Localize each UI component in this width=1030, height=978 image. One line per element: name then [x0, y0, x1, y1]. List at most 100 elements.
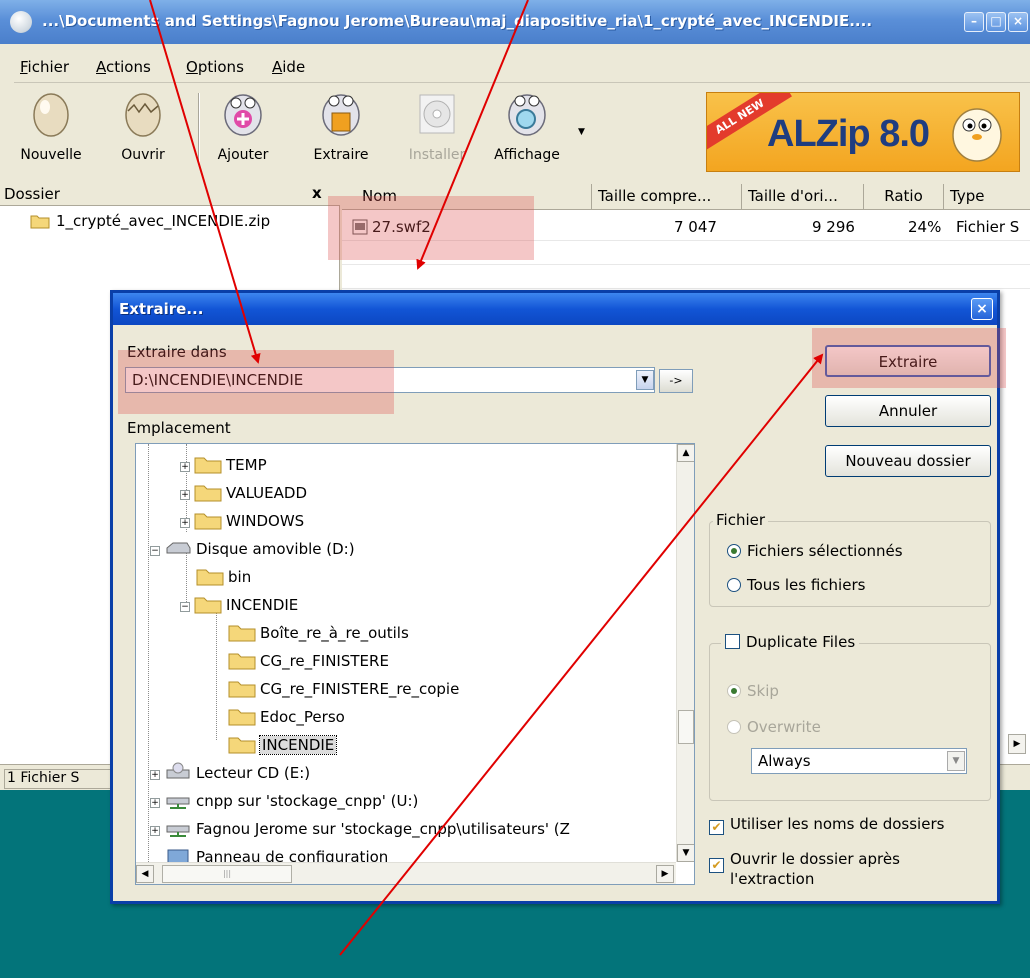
expand-icon[interactable]: +: [150, 770, 160, 780]
folder-icon: [228, 653, 256, 670]
file-highlight-box: [328, 196, 534, 260]
extraire-label: Extraire: [313, 147, 369, 163]
column-ratio[interactable]: Ratio: [864, 184, 944, 210]
maximize-button[interactable]: □: [986, 12, 1006, 32]
dossier-label: Dossier: [4, 185, 60, 203]
ouvrir-button[interactable]: Ouvrir: [106, 87, 180, 163]
tree-item[interactable]: + WINDOWS: [180, 510, 304, 536]
folder-tree[interactable]: + TEMP + VALUEADD + WINDOWS − Disque amovibl…: [135, 443, 695, 885]
collapse-icon[interactable]: −: [180, 602, 190, 612]
browse-path-button[interactable]: ->: [659, 369, 693, 393]
tree-item[interactable]: CG_re_FINISTERE_re_copie: [228, 678, 459, 704]
tree-item[interactable]: + Fagnou Jerome sur 'stockage_cnpp\utilis…: [150, 818, 570, 844]
tree-item[interactable]: + Lecteur CD (E:): [150, 762, 310, 788]
radio-button[interactable]: [727, 720, 741, 734]
scroll-thumb[interactable]: [678, 710, 694, 744]
nouvelle-button[interactable]: Nouvelle: [14, 87, 88, 163]
dialog-titlebar[interactable]: Extraire... ×: [113, 293, 997, 325]
radio-button[interactable]: [727, 578, 741, 592]
scroll-up-button[interactable]: ▲: [677, 444, 694, 462]
ajouter-button[interactable]: Ajouter: [206, 87, 280, 163]
radio-all-files[interactable]: Tous les fichiers: [727, 576, 865, 594]
checkbox[interactable]: [725, 634, 740, 649]
tree-item-label: INCENDIE: [226, 596, 299, 614]
horizontal-scroll-thumb[interactable]: |||: [162, 865, 292, 883]
open-folder-after-checkbox[interactable]: ✔ Ouvrir le dossier après l'extraction: [709, 849, 900, 889]
duplicate-files-checkbox[interactable]: Duplicate Files: [721, 633, 860, 651]
radio-button[interactable]: [727, 684, 741, 698]
cd-drive-icon: [166, 762, 190, 779]
mascot-extract-icon: [322, 94, 360, 136]
checkbox-checked[interactable]: ✔: [709, 820, 724, 835]
tree-item[interactable]: +Panneau de configuration: [150, 846, 388, 862]
folder-panel-close-button[interactable]: x: [312, 184, 322, 202]
tree-item-selected[interactable]: INCENDIE: [228, 734, 338, 760]
menu-aide[interactable]: Aide: [272, 58, 305, 76]
ratio-cell: 24%: [908, 218, 942, 236]
radio-skip[interactable]: Skip: [727, 682, 779, 700]
new-folder-button-label: Nouveau dossier: [845, 452, 971, 470]
overwrite-mode-combo[interactable]: Always ▼: [751, 748, 967, 774]
collapse-icon[interactable]: −: [150, 546, 160, 556]
open-folder-icon: [194, 597, 222, 614]
tree-horizontal-scrollbar[interactable]: ◀ ||| ▶: [136, 862, 676, 884]
affichage-dropdown-arrow[interactable]: ▼: [578, 127, 585, 137]
tree-item[interactable]: CG_re_FINISTERE: [228, 650, 389, 676]
chevron-down-icon[interactable]: ▼: [636, 370, 654, 390]
checkbox-checked[interactable]: ✔: [709, 858, 724, 873]
affichage-button[interactable]: Affichage: [490, 87, 564, 163]
tree-item[interactable]: Boîte_re_à_re_outils: [228, 622, 409, 648]
window-titlebar[interactable]: ...\Documents and Settings\Fagnou Jerome…: [0, 0, 1030, 44]
installer-button[interactable]: Installer: [400, 87, 474, 163]
tree-item-label: cnpp sur 'stockage_cnpp' (U:): [196, 792, 419, 810]
folder-icon: [194, 513, 222, 530]
tree-item[interactable]: + VALUEADD: [180, 482, 307, 508]
minimize-button[interactable]: –: [964, 12, 984, 32]
radio-overwrite[interactable]: Overwrite: [727, 718, 821, 736]
column-type[interactable]: Type: [944, 184, 1030, 210]
window-title: ...\Documents and Settings\Fagnou Jerome…: [42, 12, 873, 30]
archive-name: 1_crypté_avec_INCENDIE.zip: [56, 212, 271, 230]
expand-icon[interactable]: +: [180, 518, 190, 528]
alzip-banner[interactable]: ALL NEW ALZip 8.0: [706, 92, 1020, 172]
cancel-button[interactable]: Annuler: [825, 395, 991, 427]
radio-selected-files[interactable]: Fichiers sélectionnés: [727, 542, 903, 560]
menu-options[interactable]: Options: [186, 58, 244, 76]
tree-item[interactable]: + TEMP: [180, 454, 267, 480]
tree-item[interactable]: + cnpp sur 'stockage_cnpp' (U:): [150, 790, 418, 816]
menu-actions[interactable]: Actions: [96, 58, 151, 76]
new-folder-button[interactable]: Nouveau dossier: [825, 445, 991, 477]
tree-vertical-scrollbar[interactable]: ▲ ▼: [676, 444, 694, 862]
archive-folder-item[interactable]: 1_crypté_avec_INCENDIE.zip: [30, 212, 270, 230]
expand-icon[interactable]: +: [150, 826, 160, 836]
extraire-toolbar-button[interactable]: Extraire: [304, 87, 378, 163]
folder-icon: [196, 569, 224, 586]
banner-brand: ALZip 8.0: [767, 113, 930, 155]
nouvelle-label: Nouvelle: [20, 147, 82, 163]
use-folder-names-checkbox[interactable]: ✔ Utiliser les noms de dossiers: [709, 815, 944, 835]
chevron-down-icon[interactable]: ▼: [947, 751, 965, 771]
expand-icon[interactable]: +: [150, 798, 160, 808]
scroll-down-button[interactable]: ▼: [677, 844, 694, 862]
status-text: 1 Fichier S: [4, 769, 112, 789]
tree-item-label: Boîte_re_à_re_outils: [260, 624, 409, 642]
tree-item-label: Fagnou Jerome sur 'stockage_cnpp\utilisa…: [196, 820, 570, 838]
tree-item[interactable]: Edoc_Perso: [228, 706, 345, 732]
column-taille-compressee[interactable]: Taille compre...: [592, 184, 742, 210]
checkbox-label: Duplicate Files: [746, 633, 856, 651]
column-taille-originale[interactable]: Taille d'ori...: [742, 184, 864, 210]
expand-icon[interactable]: +: [180, 462, 190, 472]
close-window-button[interactable]: ×: [1008, 12, 1028, 32]
radio-button[interactable]: [727, 544, 741, 558]
alzip-app-icon: [10, 11, 32, 33]
tree-item[interactable]: − INCENDIE: [180, 594, 298, 620]
tree-item[interactable]: bin: [196, 566, 251, 592]
expand-icon[interactable]: +: [180, 490, 190, 500]
menu-fichier[interactable]: Fichier: [20, 58, 69, 76]
scroll-left-button[interactable]: ◀: [136, 865, 154, 883]
tree-item[interactable]: − Disque amovible (D:): [150, 538, 355, 564]
scroll-right-button[interactable]: ▶: [656, 865, 674, 883]
file-list-scroll-right[interactable]: ▶: [1008, 734, 1026, 754]
dialog-close-button[interactable]: ×: [971, 298, 993, 320]
folder-icon: [228, 625, 256, 642]
